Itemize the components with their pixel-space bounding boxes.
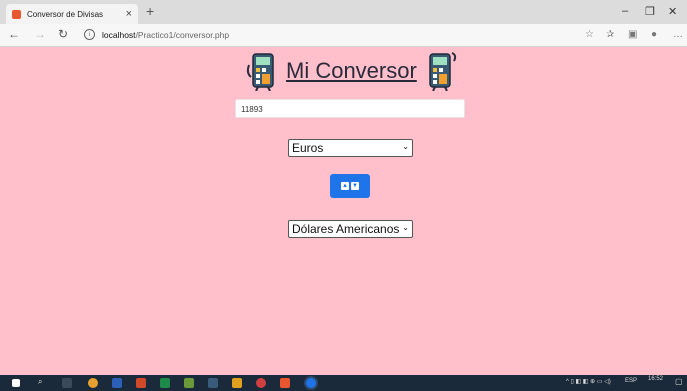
maximize-icon[interactable]: ❐ <box>645 5 655 18</box>
page-header: Mi Conversor <box>246 51 457 91</box>
photos-icon[interactable] <box>208 378 218 388</box>
address-bar-row: ← → ↻ i localhost /Practico1/conversor.p… <box>0 24 687 47</box>
task-view-icon[interactable] <box>62 378 72 388</box>
chrome-icon[interactable] <box>88 378 98 388</box>
xampp-icon[interactable] <box>280 378 290 388</box>
tray-icons[interactable]: ^ ▯ ◧ ◧ ⊕ ▭ ◁) <box>566 378 611 385</box>
taskbar: ⌕ ^ ▯ ◧ ◧ ⊕ ▭ ◁) ESP 16:52 ▢ <box>0 375 687 391</box>
url-field[interactable]: i localhost /Practico1/conversor.php <box>84 29 229 40</box>
amount-input[interactable]: 11893 <box>235 99 465 118</box>
site-info-icon[interactable]: i <box>84 29 95 40</box>
collections-icon[interactable]: ▣ <box>628 29 637 40</box>
site-favicon-icon <box>12 9 21 19</box>
forward-icon[interactable]: → <box>34 27 46 41</box>
windows-start-icon[interactable] <box>12 379 20 387</box>
window-close-icon[interactable]: ✕ <box>668 5 677 18</box>
back-icon[interactable]: ← <box>8 27 20 41</box>
favorites-list-icon[interactable]: ✰ <box>606 29 614 40</box>
swap-currencies-button[interactable]: ▲ ▼ <box>330 174 370 198</box>
powerpoint-icon[interactable] <box>136 378 146 388</box>
minimize-icon[interactable]: – <box>622 5 628 17</box>
profile-icon[interactable]: ● <box>651 29 657 40</box>
language-indicator[interactable]: ESP <box>625 378 637 384</box>
search-icon[interactable]: ⌕ <box>38 377 48 387</box>
edge-icon[interactable] <box>306 378 316 388</box>
app-icon[interactable] <box>184 378 194 388</box>
to-currency-value: Dólares Americanos <box>292 222 400 236</box>
notification-icon[interactable]: ▢ <box>675 377 683 386</box>
url-host: localhost <box>102 29 136 40</box>
file-explorer-icon[interactable] <box>232 378 242 388</box>
calculator-left-icon <box>246 53 274 91</box>
tab-close-button[interactable]: × <box>126 8 132 20</box>
chevron-down-icon: ⌄ <box>402 142 409 151</box>
page-title: Mi Conversor <box>286 58 417 83</box>
from-currency-value: Euros <box>292 141 324 155</box>
refresh-icon[interactable]: ↻ <box>58 27 68 41</box>
browser-tab-bar: Conversor de Divisas × + – ❐ ✕ <box>0 0 687 24</box>
url-path: /Practico1/conversor.php <box>135 29 230 40</box>
new-tab-button[interactable]: + <box>146 3 154 19</box>
to-currency-select[interactable]: Dólares Americanos ⌄ <box>288 220 413 238</box>
browser-tab[interactable]: Conversor de Divisas × <box>6 4 138 24</box>
tab-title: Conversor de Divisas <box>27 9 104 19</box>
favorite-star-icon[interactable]: ☆ <box>585 29 594 40</box>
more-menu-icon[interactable]: … <box>673 29 683 40</box>
from-currency-select[interactable]: Euros ⌄ <box>288 139 413 157</box>
app-red-icon[interactable] <box>256 378 266 388</box>
page-content: Mi Conversor 11893 Euros ⌄ ▲ ▼ Dólares A… <box>0 47 687 375</box>
arrow-up-icon: ▲ <box>341 182 349 190</box>
arrow-down-icon: ▼ <box>351 182 359 190</box>
calculator-right-icon <box>429 52 456 91</box>
clock[interactable]: 16:52 <box>648 376 663 382</box>
chevron-down-icon: ⌄ <box>402 223 409 232</box>
excel-icon[interactable] <box>160 378 170 388</box>
word-icon[interactable] <box>112 378 122 388</box>
